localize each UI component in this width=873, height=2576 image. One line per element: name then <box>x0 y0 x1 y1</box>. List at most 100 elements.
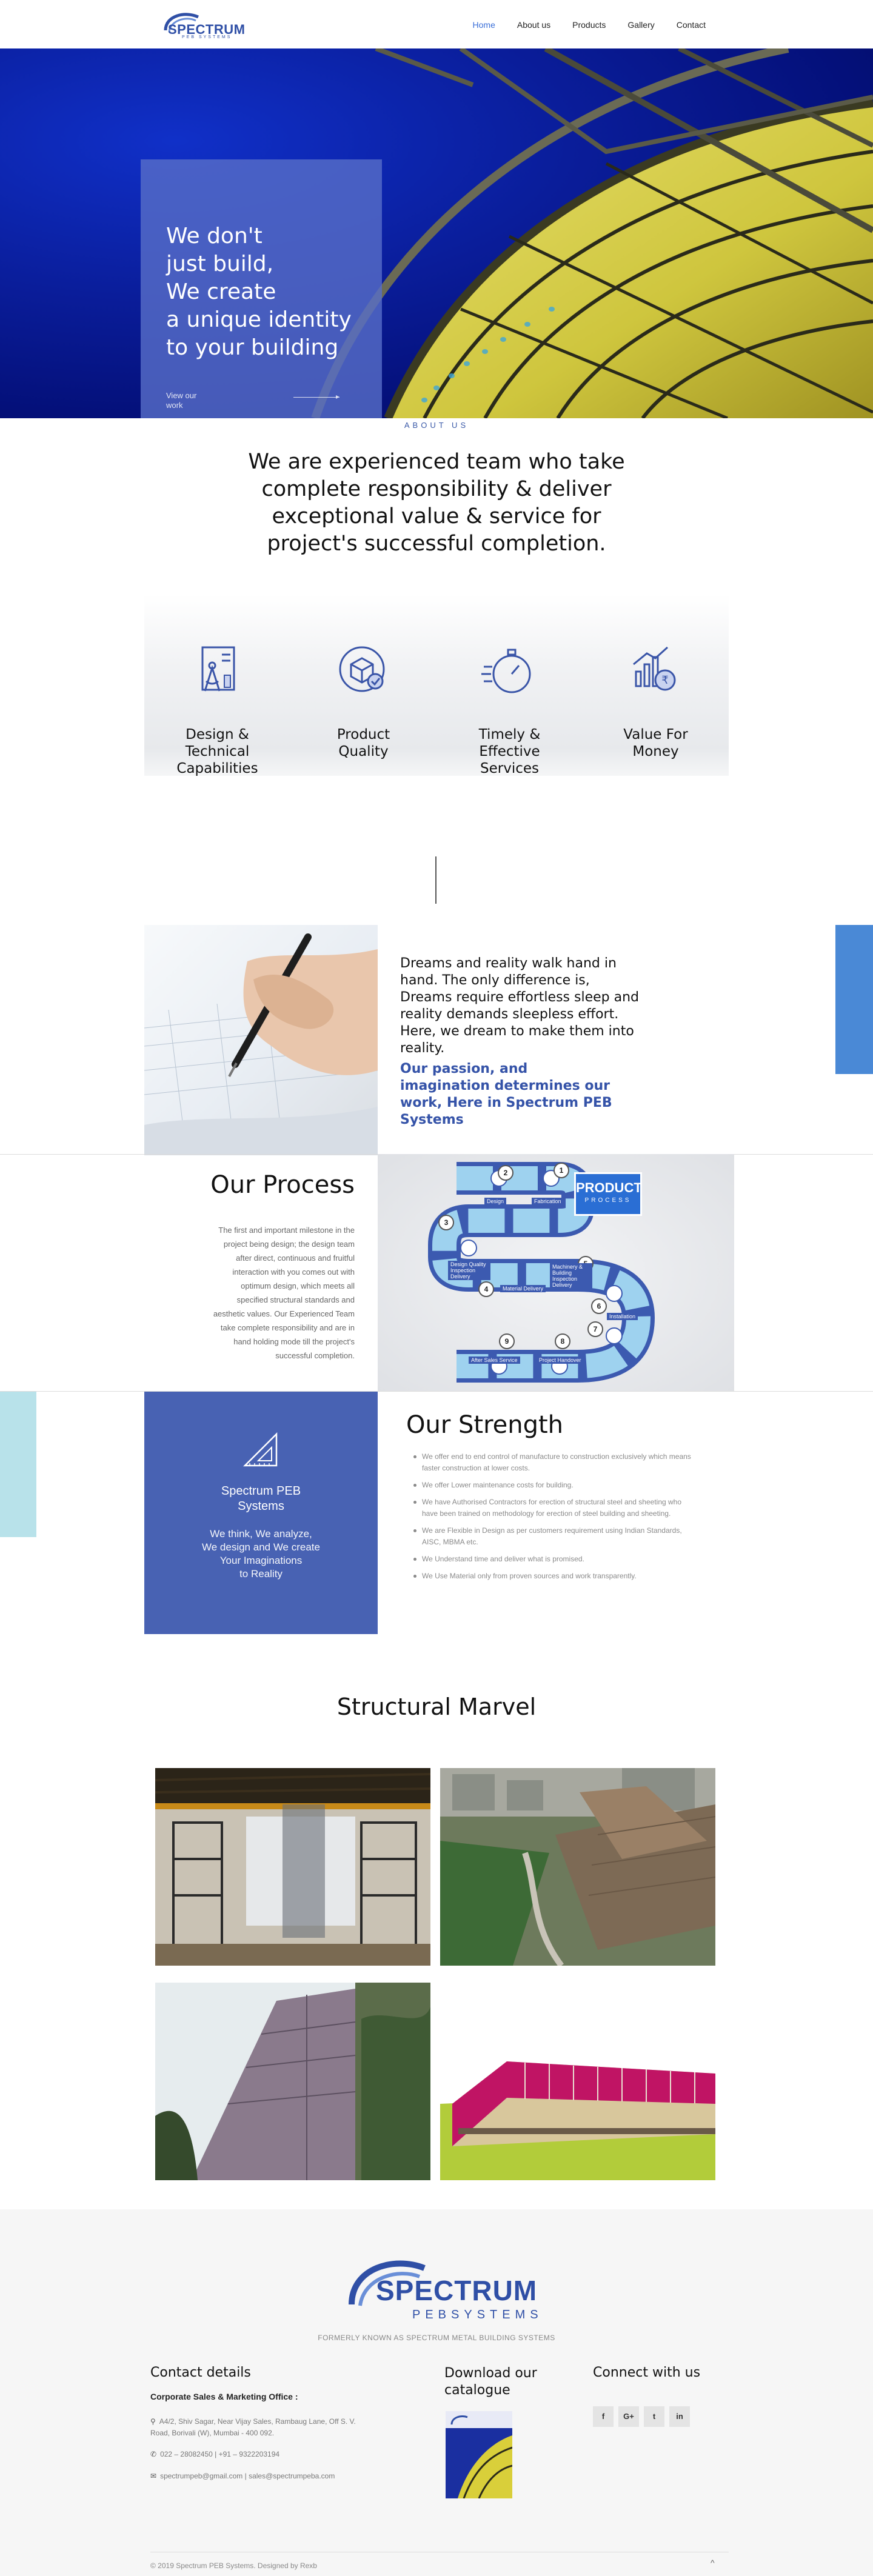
strength-item: We Understand time and deliver what is p… <box>413 1553 696 1565</box>
step-label: After Sales Service <box>469 1356 520 1364</box>
step-number: 1 <box>554 1163 569 1178</box>
location-pin-icon: ⚲ <box>150 2417 156 2426</box>
strength-card: Spectrum PEB Systems We think, We analyz… <box>144 1392 378 1634</box>
hero-title: We don't just build, We create a unique … <box>166 224 352 360</box>
step-label: Machinery & Building Inspection Delivery <box>550 1263 592 1289</box>
step-label: Design Quality Inspection Delivery <box>448 1261 490 1280</box>
strength-item: We Use Material only from proven sources… <box>413 1570 696 1582</box>
step-label: Design <box>484 1198 507 1205</box>
copyright: © 2019 Spectrum PEB Systems. Designed by… <box>150 2561 317 2570</box>
catalogue-title: Download our catalogue <box>444 2366 537 2398</box>
hand-drawing-image <box>144 925 378 1155</box>
svg-text:₹: ₹ <box>661 674 668 687</box>
social-links: f G+ t in <box>593 2406 690 2427</box>
footer-logo-subtitle: PEBSYSTEMS <box>412 2308 543 2321</box>
nav-home[interactable]: Home <box>473 20 495 30</box>
process-body: The first and important milestone in the… <box>213 1226 355 1360</box>
hero-steel-structure-image <box>311 48 873 418</box>
process-divider-bottom <box>0 1391 873 1392</box>
product-process-badge: PRODUCT PROCESS <box>574 1172 642 1216</box>
gallery-image-glass-facade[interactable] <box>155 1983 430 2180</box>
feature-label: Timely & Effective Services <box>478 727 541 776</box>
side-accent-blue <box>835 925 873 1074</box>
section-label-about: ABOUT US <box>404 421 469 430</box>
nav-contact[interactable]: Contact <box>677 20 706 30</box>
hero-card: We don't just build, We create a unique … <box>141 159 382 418</box>
contact-title: Contact details <box>150 2365 251 2380</box>
step-label: Fabrication <box>532 1198 564 1205</box>
step-number: 2 <box>498 1165 513 1181</box>
feature-card-timely: Timely & Effective Services <box>436 594 583 776</box>
feature-label: Product Quality <box>336 727 390 759</box>
quality-box-icon <box>339 646 385 692</box>
step-number: 9 <box>499 1333 515 1349</box>
step-label: Project Handover <box>537 1356 584 1364</box>
linkedin-icon[interactable]: in <box>669 2406 690 2427</box>
arrow-right-icon[interactable] <box>293 395 340 399</box>
hero-banner: We don't just build, We create a unique … <box>0 48 873 418</box>
logo-subtitle: PEB SYSTEMS <box>182 35 232 39</box>
phone[interactable]: ✆ 022 – 28082450 | +91 – 9322203194 <box>150 2450 279 2458</box>
strength-card-name: Spectrum PEB Systems <box>221 1484 301 1513</box>
address: ⚲ A4/2, Shiv Sagar, Near Vijay Sales, Ram… <box>150 2416 369 2439</box>
nav-about[interactable]: About us <box>517 20 550 30</box>
strength-item: We have Authorised Contractors for erect… <box>413 1497 696 1520</box>
badge-subtitle: PROCESS <box>584 1197 632 1204</box>
twitter-icon[interactable]: t <box>644 2406 664 2427</box>
step-number: 6 <box>591 1298 607 1314</box>
set-square-icon <box>242 1432 278 1467</box>
product-process-diagram: PRODUCT PROCESS 1 2 3 4 5 6 7 8 9 Design… <box>378 1154 734 1391</box>
gallery-image-warehouse-crane[interactable] <box>155 1768 430 1966</box>
phone-icon: ✆ <box>150 2450 157 2458</box>
dream-paragraph: Dreams and reality walk hand in hand. Th… <box>400 956 639 1056</box>
feature-card-quality: Product Quality <box>290 594 436 776</box>
process-title: Our Process <box>210 1171 355 1199</box>
footer-logo-text[interactable]: SPECTRUM <box>376 2274 537 2307</box>
feature-label: Design & Technical Capabilities <box>176 727 258 776</box>
gallery-title: Structural Marvel <box>336 1693 537 1720</box>
rupee-growth-icon: ₹ <box>633 646 676 691</box>
strength-list: We offer end to end control of manufactu… <box>413 1451 696 1587</box>
step-label: Material Delivery <box>500 1285 546 1292</box>
facebook-icon[interactable]: f <box>593 2406 614 2427</box>
google-plus-icon[interactable]: G+ <box>618 2406 639 2427</box>
email-text[interactable]: spectrumpeb@gmail.com | sales@spectrumpe… <box>160 2472 335 2480</box>
step-number: 7 <box>587 1321 603 1337</box>
feature-card-value: ₹ Value For Money <box>583 594 729 776</box>
strength-card-tagline: We think, We analyze, We design and We c… <box>202 1528 320 1580</box>
nav-products[interactable]: Products <box>572 20 606 30</box>
stopwatch-icon <box>481 649 531 693</box>
about-headline: We are experienced team who take complet… <box>248 450 625 556</box>
phone-text[interactable]: 022 – 28082450 | +91 – 9322203194 <box>160 2450 279 2458</box>
features-row: Design & Technical Capabilities Product … <box>144 594 729 776</box>
strength-item: We are Flexible in Design as per custome… <box>413 1525 696 1548</box>
gallery-image-red-shed[interactable] <box>440 1983 715 2180</box>
step-label: Installation <box>607 1313 638 1320</box>
connect-title: Connect with us <box>593 2365 701 2380</box>
step-number: 4 <box>478 1281 494 1297</box>
address-text: A4/2, Shiv Sagar, Near Vijay Sales, Ramb… <box>150 2417 356 2437</box>
design-document-icon <box>201 646 235 692</box>
strength-title: Our Strength <box>406 1411 564 1439</box>
feature-card-design: Design & Technical Capabilities <box>144 594 290 776</box>
site-header: SPECTRUM PEB SYSTEMS Home About us Produ… <box>0 0 873 48</box>
email[interactable]: ✉ spectrumpeb@gmail.com | sales@spectrump… <box>150 2472 335 2480</box>
scroll-top-chevron-icon[interactable]: ^ <box>711 2558 715 2568</box>
strength-item: We offer end to end control of manufactu… <box>413 1451 696 1474</box>
step-number: 8 <box>555 1333 570 1349</box>
catalogue-cover-image[interactable] <box>446 2411 512 2498</box>
view-work-link[interactable]: View our work <box>166 391 215 410</box>
step-number: 3 <box>438 1215 454 1230</box>
side-accent-cyan <box>0 1392 36 1537</box>
dream-quote: Our passion, and imagination determines … <box>400 1061 612 1127</box>
vertical-divider <box>435 856 436 904</box>
strength-item: We offer Lower maintenance costs for bui… <box>413 1480 696 1491</box>
envelope-icon: ✉ <box>150 2472 157 2480</box>
badge-title: PRODUCT <box>576 1180 642 1195</box>
formerly-known-as: FORMERLY KNOWN AS SPECTRUM METAL BUILDIN… <box>318 2334 555 2342</box>
feature-label: Value For Money <box>623 727 688 759</box>
office-label: Corporate Sales & Marketing Office : <box>150 2392 298 2401</box>
nav-gallery[interactable]: Gallery <box>627 20 654 30</box>
gallery-image-roof-aerial[interactable] <box>440 1768 715 1966</box>
main-nav: Home About us Products Gallery Contact <box>473 20 706 30</box>
